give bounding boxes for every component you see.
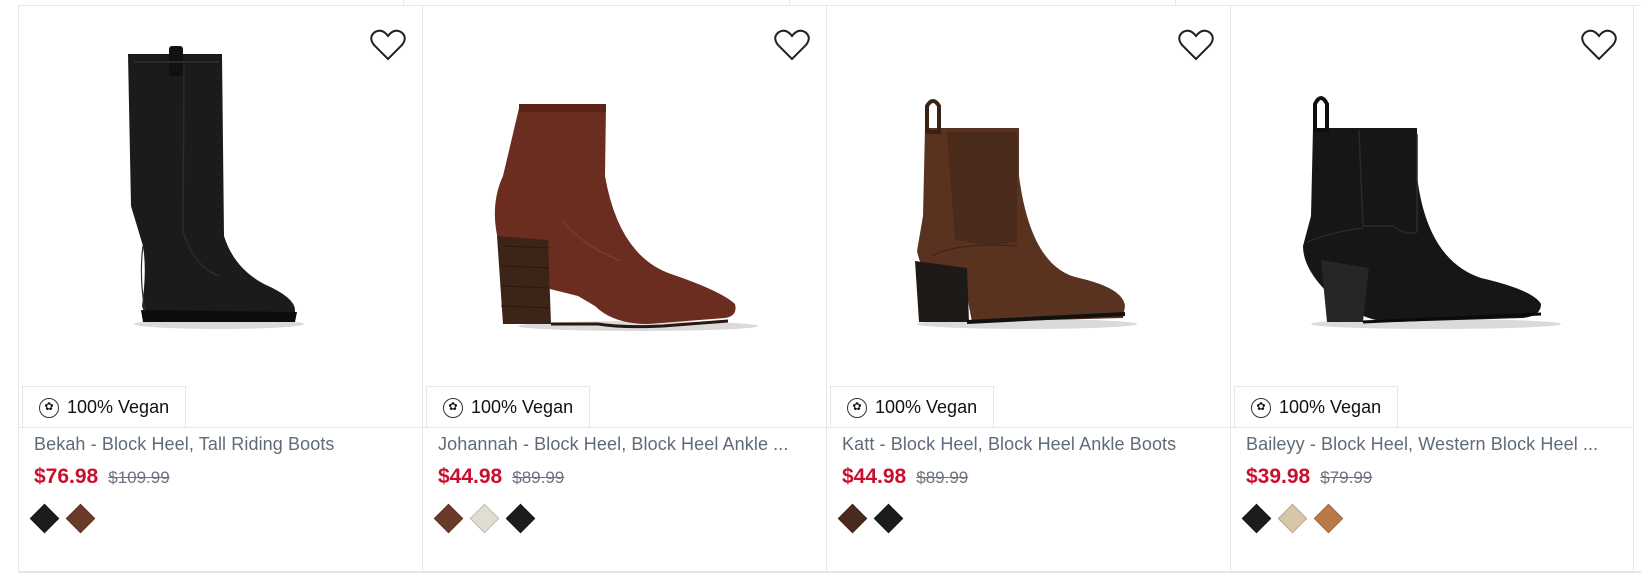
price-row: $76.98 $109.99 [34,465,170,489]
product-name-link[interactable]: Katt - Block Heel, Block Heel Ankle Boot… [842,434,1216,455]
color-swatch[interactable] [837,503,867,533]
product-card[interactable]: ✿ 100% Vegan Johannah - Block Heel, Bloc… [422,6,826,571]
vegan-badge-label: 100% Vegan [471,397,574,417]
sale-price: $44.98 [842,465,907,488]
color-swatch[interactable] [505,503,535,533]
product-image[interactable] [827,6,1230,421]
black-western-ankle-boot-image [1303,96,1561,329]
vegan-badge-label: 100% Vegan [875,397,978,417]
product-grid: ✿ 100% Vegan Bekah - Block Heel, Tall Ri… [18,6,1634,571]
color-swatches [837,503,903,533]
price-row: $44.98 $89.99 [438,465,564,489]
vegan-badge: ✿ 100% Vegan [22,386,187,428]
product-name-link[interactable]: Baileyy - Block Heel, Western Block Heel… [1246,434,1619,455]
product-image[interactable] [423,6,826,421]
vegan-leaf-icon: ✿ [443,397,463,418]
brown-suede-ankle-boot-image [494,104,758,331]
product-image[interactable] [1231,6,1633,421]
vegan-badge: ✿ 100% Vegan [1234,386,1399,428]
original-price: $79.99 [1320,468,1373,487]
wishlist-heart-icon[interactable] [1579,26,1619,64]
vegan-badge: ✿ 100% Vegan [830,386,995,428]
wishlist-heart-icon[interactable] [772,26,812,64]
product-card[interactable]: ✿ 100% Vegan Katt - Block Heel, Block He… [826,6,1230,571]
grid-divider [403,0,404,5]
price-row: $39.98 $79.99 [1246,465,1372,489]
brown-leather-ankle-boot-image [915,99,1137,329]
wishlist-heart-icon[interactable] [1176,26,1216,64]
price-row: $44.98 $89.99 [842,465,968,489]
sale-price: $39.98 [1246,465,1311,488]
original-price: $89.99 [916,468,969,487]
grid-divider [789,0,790,5]
product-card[interactable]: ✿ 100% Vegan Baileyy - Block Heel, Weste… [1230,6,1634,571]
card-divider [1231,427,1633,428]
color-swatch[interactable] [873,503,903,533]
grid-bottom-border [18,571,1641,573]
color-swatch[interactable] [65,503,95,533]
color-swatches [29,503,95,533]
vegan-badge-label: 100% Vegan [67,397,170,417]
card-divider [423,427,826,428]
color-swatch[interactable] [469,503,499,533]
color-swatch[interactable] [433,503,463,533]
color-swatch[interactable] [1313,503,1343,533]
color-swatches [433,503,535,533]
vegan-leaf-icon: ✿ [39,397,59,418]
product-name-link[interactable]: Bekah - Block Heel, Tall Riding Boots [34,434,408,455]
color-swatch[interactable] [1277,503,1307,533]
card-divider [827,427,1230,428]
product-image[interactable] [19,6,422,421]
color-swatch[interactable] [29,503,59,533]
sale-price: $76.98 [34,465,99,488]
tall-black-riding-boot-image [128,46,304,329]
product-card[interactable]: ✿ 100% Vegan Bekah - Block Heel, Tall Ri… [18,6,422,571]
vegan-leaf-icon: ✿ [847,397,867,418]
product-name-link[interactable]: Johannah - Block Heel, Block Heel Ankle … [438,434,812,455]
color-swatch[interactable] [1241,503,1271,533]
original-price: $109.99 [108,468,170,487]
card-divider [19,427,422,428]
sale-price: $44.98 [438,465,503,488]
vegan-badge: ✿ 100% Vegan [426,386,591,428]
original-price: $89.99 [512,468,565,487]
grid-divider [1175,0,1176,5]
vegan-leaf-icon: ✿ [1251,397,1271,418]
color-swatches [1241,503,1343,533]
vegan-badge-label: 100% Vegan [1279,397,1382,417]
wishlist-heart-icon[interactable] [368,26,408,64]
